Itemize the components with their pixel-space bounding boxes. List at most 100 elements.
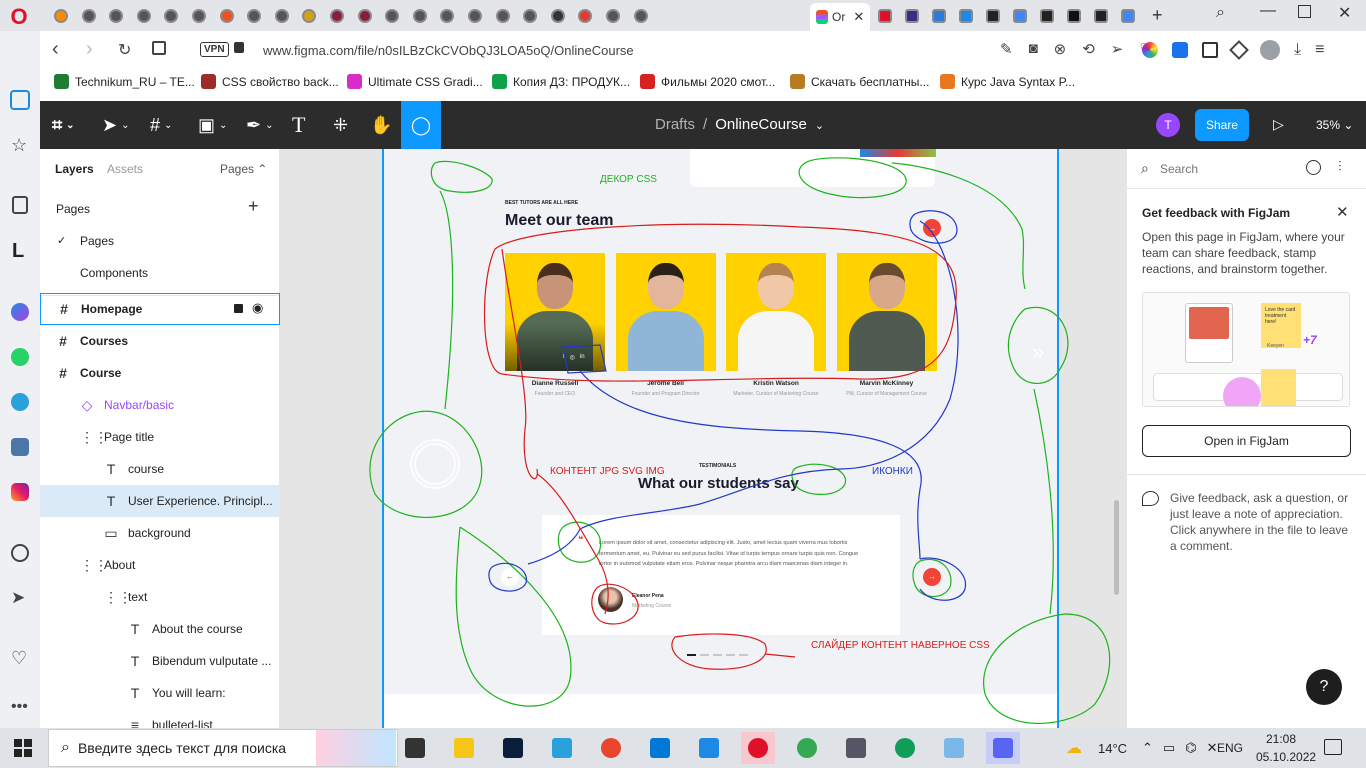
weather-temp[interactable]: 14°C: [1098, 741, 1127, 756]
battery-icon[interactable]: ▭: [1163, 740, 1175, 756]
send-icon[interactable]: ➤: [11, 588, 25, 608]
browser-tab[interactable]: [160, 5, 182, 27]
file-explorer-icon[interactable]: [447, 732, 481, 764]
browser-tab[interactable]: [409, 5, 431, 27]
open-figjam-button[interactable]: Open in FigJam: [1142, 425, 1351, 457]
notifications-icon[interactable]: [1324, 739, 1342, 755]
url-text[interactable]: www.figma.com/file/n0sILBzCkCVObQJ3LOA5o…: [263, 43, 634, 58]
pen-tool-icon[interactable]: ✒ ⌄: [246, 112, 273, 138]
layer-row[interactable]: # Course: [40, 357, 280, 389]
user-avatar[interactable]: T: [1156, 113, 1180, 137]
browser-tab[interactable]: [901, 5, 923, 27]
network-icon[interactable]: ⌬: [1185, 740, 1196, 756]
close-window-icon[interactable]: ✕: [1338, 3, 1351, 23]
browser-tab[interactable]: [574, 5, 596, 27]
block-icon[interactable]: ⊗: [1054, 40, 1067, 58]
bag-icon[interactable]: [12, 196, 28, 214]
browser-tab[interactable]: [547, 5, 569, 27]
weather-icon[interactable]: ☁: [1066, 738, 1082, 758]
layer-row[interactable]: T About the course: [40, 613, 280, 645]
calculator-icon[interactable]: [692, 732, 726, 764]
notepad-icon[interactable]: [937, 732, 971, 764]
frame-tool-icon[interactable]: # ⌄: [150, 112, 172, 138]
browser-tab[interactable]: [492, 5, 514, 27]
browser-tab[interactable]: [271, 5, 293, 27]
tabs-grid-icon[interactable]: [152, 41, 166, 55]
add-page-icon[interactable]: +: [248, 196, 259, 217]
browser-tab[interactable]: [133, 5, 155, 27]
back-button[interactable]: ‹: [52, 38, 59, 61]
reload-icon[interactable]: ↻: [118, 40, 131, 60]
page-item-components[interactable]: Components: [80, 266, 148, 280]
clock-time[interactable]: 21:08: [1266, 732, 1296, 746]
browser-tab[interactable]: [519, 5, 541, 27]
opera-home-icon[interactable]: [10, 90, 30, 110]
comment-search-input[interactable]: [1160, 159, 1280, 179]
start-button[interactable]: [14, 739, 32, 757]
edge-icon[interactable]: [888, 732, 922, 764]
tab-assets[interactable]: Assets: [107, 162, 143, 176]
figjam-close-icon[interactable]: ✕: [1336, 203, 1349, 221]
vscode-icon[interactable]: [643, 732, 677, 764]
search-tabs-icon[interactable]: ⌕: [1216, 4, 1225, 22]
forward-button[interactable]: ›: [86, 38, 93, 61]
filter-icon[interactable]: [1306, 160, 1321, 175]
move-tool-icon[interactable]: ➤ ⌄: [102, 112, 129, 138]
layer-row[interactable]: # Homepage: [40, 293, 280, 325]
tray-chevron-icon[interactable]: ⌃: [1142, 740, 1153, 756]
x-extension-icon[interactable]: [1202, 42, 1218, 58]
browser-tab[interactable]: [955, 5, 977, 27]
whatsapp-icon[interactable]: [11, 348, 29, 366]
browser-tab[interactable]: [928, 5, 950, 27]
bookmark-item[interactable]: Ultimate CSS Gradi...: [347, 74, 483, 89]
edit-icon[interactable]: ✎: [1000, 40, 1013, 58]
telegram-icon[interactable]: [11, 393, 29, 411]
help-button[interactable]: ?: [1306, 669, 1342, 705]
layer-row[interactable]: T Bibendum vulputate ...: [40, 645, 280, 677]
new-tab-button[interactable]: +: [1152, 5, 1163, 26]
browser-tab[interactable]: [630, 5, 652, 27]
browser-tab[interactable]: [188, 5, 210, 27]
right-scrollbar[interactable]: [1114, 500, 1119, 595]
text-tool-icon[interactable]: T: [292, 112, 305, 138]
browser-tab[interactable]: [326, 5, 348, 27]
messenger-icon[interactable]: [11, 303, 29, 321]
resources-icon[interactable]: ⁜: [333, 112, 348, 138]
share-icon[interactable]: ⟲: [1082, 40, 1095, 58]
browser-tab[interactable]: [354, 5, 376, 27]
vk-icon[interactable]: [11, 438, 29, 456]
browser-tab[interactable]: [1009, 5, 1031, 27]
comment-tool-icon[interactable]: ◯: [401, 101, 441, 149]
cube-icon[interactable]: [1229, 40, 1249, 60]
bookmark-item[interactable]: Курс Java Syntax P...: [940, 74, 1075, 89]
active-tab[interactable]: Or ✕: [810, 3, 870, 31]
photoshop-icon[interactable]: [496, 732, 530, 764]
layer-row[interactable]: Tcourse: [40, 453, 280, 485]
browser-tab[interactable]: [78, 5, 100, 27]
browser-tab[interactable]: [436, 5, 458, 27]
layer-row[interactable]: T User Experience. Principl...: [40, 485, 280, 517]
hand-tool-icon[interactable]: ✋: [370, 112, 392, 138]
translate-icon[interactable]: [1172, 42, 1188, 58]
layer-row[interactable]: ▭ background: [40, 517, 280, 549]
breadcrumb-drafts[interactable]: Drafts: [655, 116, 695, 133]
browser-tab[interactable]: [602, 5, 624, 27]
share-button[interactable]: Share: [1195, 109, 1249, 141]
layer-row[interactable]: # Courses: [40, 325, 280, 357]
flow-icon[interactable]: ➢: [1111, 40, 1124, 58]
app-icon[interactable]: [839, 732, 873, 764]
bookmark-item[interactable]: Technikum_RU – TE...: [54, 74, 195, 89]
speed-dial-icon[interactable]: ☆: [11, 135, 27, 156]
file-name[interactable]: OnlineCourse: [715, 116, 807, 133]
discord-icon[interactable]: [986, 732, 1020, 764]
browser-tab[interactable]: [1090, 5, 1112, 27]
clock-date[interactable]: 05.10.2022: [1256, 750, 1316, 764]
heart-icon[interactable]: ♡: [11, 648, 27, 669]
instagram-icon[interactable]: [11, 483, 29, 501]
download-icon[interactable]: ⤓: [1294, 41, 1301, 59]
chrome-icon[interactable]: [790, 732, 824, 764]
chevron-down-icon[interactable]: ⌄: [815, 119, 824, 133]
bookmark-item[interactable]: Скачать бесплатны...: [790, 74, 929, 89]
layer-row[interactable]: ⋮⋮ Page title: [40, 421, 280, 453]
opera-logo-icon[interactable]: O: [6, 4, 32, 30]
